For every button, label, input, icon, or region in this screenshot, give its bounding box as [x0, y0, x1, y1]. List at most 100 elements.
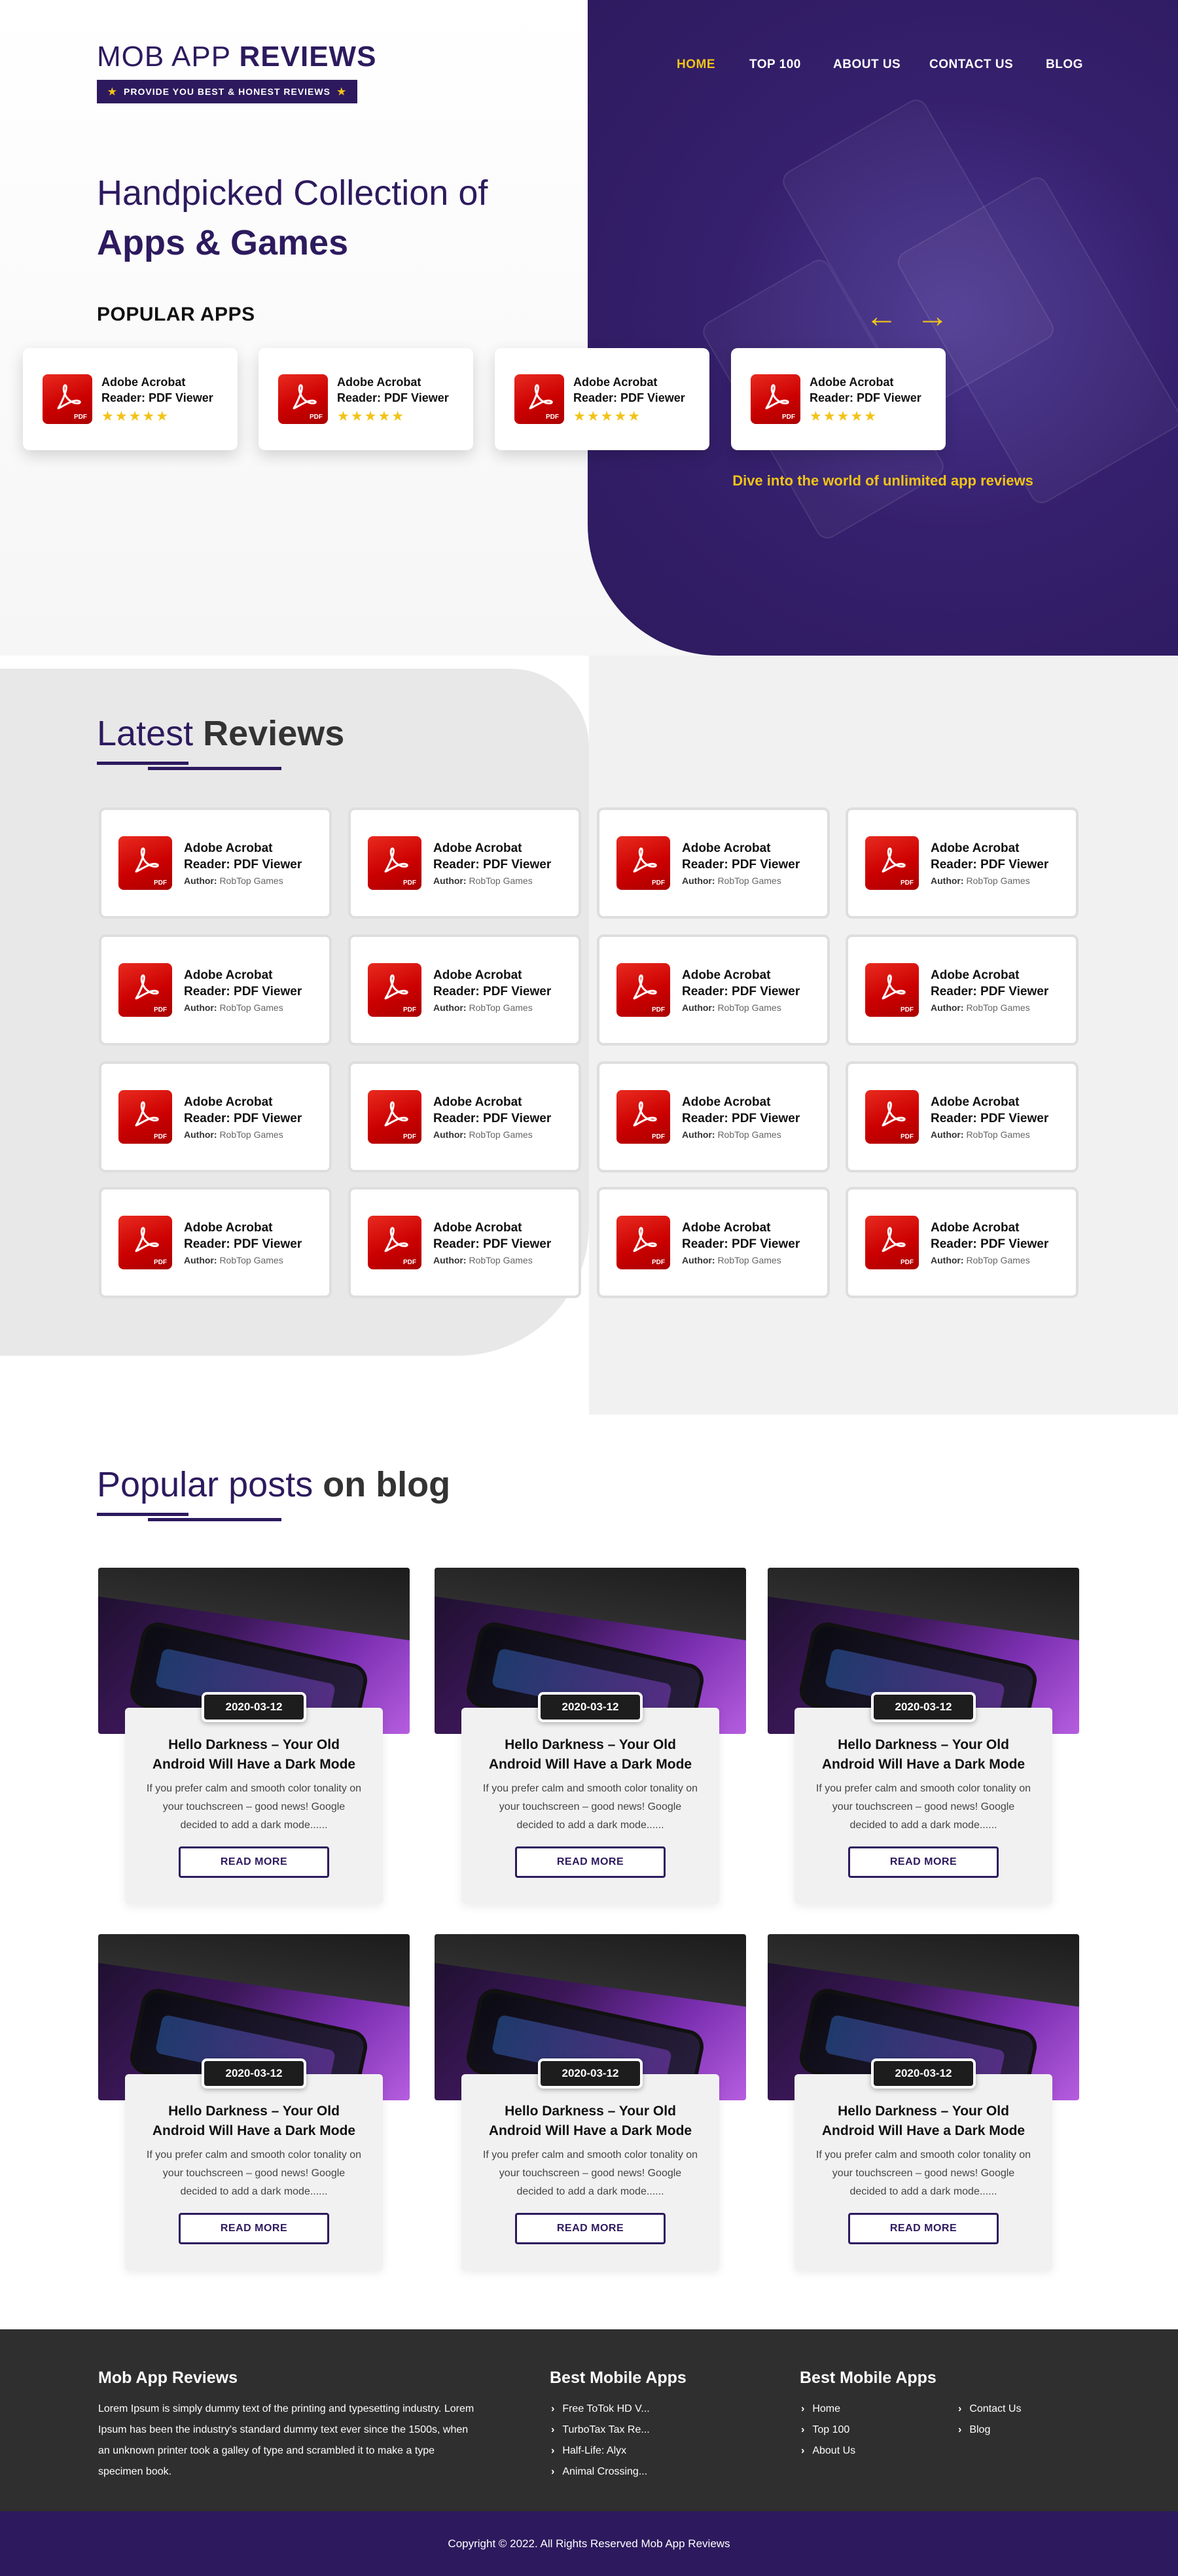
- review-card[interactable]: PDF Adobe Acrobat Reader: PDF Viewer Aut…: [348, 1061, 581, 1173]
- review-app-name: Adobe Acrobat Reader: PDF Viewer: [433, 1221, 552, 1251]
- blog-post-date: 2020-03-12: [871, 1692, 976, 1722]
- blog-title: Popular posts on blog: [97, 1464, 450, 1505]
- review-card[interactable]: PDF Adobe Acrobat Reader: PDF Viewer Aut…: [99, 1187, 332, 1298]
- footer-app-link[interactable]: Animal Crossing...: [551, 2461, 650, 2482]
- nav-blog[interactable]: BLOG: [1046, 58, 1083, 72]
- review-author: Author: RobTop Games: [184, 875, 321, 886]
- review-app-name: Adobe Acrobat Reader: PDF Viewer: [682, 841, 800, 872]
- title-underline: [97, 762, 188, 765]
- footer-app-link[interactable]: Free ToTok HD V...: [551, 2399, 649, 2420]
- review-author: Author: RobTop Games: [931, 1002, 1068, 1013]
- nav-top-100[interactable]: TOP 100: [749, 58, 801, 72]
- author-label: Author:: [184, 1002, 217, 1013]
- read-more-button[interactable]: READ MORE: [848, 1846, 999, 1878]
- review-card[interactable]: PDF Adobe Acrobat Reader: PDF Viewer Aut…: [348, 807, 581, 919]
- reviews-title-light: Latest: [97, 714, 194, 753]
- footer-app-link[interactable]: Half-Life: Alyx: [551, 2441, 650, 2461]
- pdf-app-icon: PDF: [616, 963, 670, 1017]
- app-info: Adobe Acrobat Reader: PDF Viewer ★★★★★: [810, 374, 940, 425]
- review-card[interactable]: PDF Adobe Acrobat Reader: PDF Viewer Aut…: [99, 934, 332, 1046]
- footer-apps-list: Free ToTok HD V... TurboTax Tax Re... Ha…: [551, 2399, 650, 2482]
- footer-link-blog[interactable]: Blog: [958, 2420, 1021, 2441]
- logo-text-light: MOB APP: [97, 41, 231, 73]
- popular-app-card[interactable]: PDF Adobe Acrobat Reader: PDF Viewer ★★★…: [259, 348, 473, 450]
- review-app-name: Adobe Acrobat Reader: PDF Viewer: [433, 1095, 552, 1125]
- read-more-button[interactable]: READ MORE: [179, 2213, 329, 2244]
- blog-post-title[interactable]: Hello Darkness – Your Old Android Will H…: [145, 2102, 363, 2141]
- popular-app-card[interactable]: PDF Adobe Acrobat Reader: PDF Viewer ★★★…: [23, 348, 238, 450]
- review-author: Author: RobTop Games: [931, 1255, 1068, 1265]
- footer-apps-title: Best Mobile Apps: [550, 2369, 687, 2387]
- review-info: Adobe Acrobat Reader: PDF Viewer Author:…: [433, 967, 571, 1013]
- author-name: RobTop Games: [219, 1255, 283, 1265]
- read-more-button[interactable]: READ MORE: [515, 1846, 666, 1878]
- author-name: RobTop Games: [717, 875, 781, 886]
- blog-post-title[interactable]: Hello Darkness – Your Old Android Will H…: [814, 2102, 1033, 2141]
- blog-post-excerpt: If you prefer calm and smooth color tona…: [146, 1783, 362, 1831]
- footer-link-about-us[interactable]: About Us: [801, 2441, 855, 2461]
- arrow-right-icon[interactable]: →: [916, 300, 949, 332]
- pdf-app-icon: PDF: [43, 374, 92, 424]
- review-app-name: Adobe Acrobat Reader: PDF Viewer: [931, 1095, 1049, 1125]
- nav-home[interactable]: HOME: [677, 58, 715, 72]
- blog-post-excerpt: If you prefer calm and smooth color tona…: [815, 1783, 1031, 1831]
- blog-title-bold: on blog: [323, 1465, 451, 1504]
- review-card[interactable]: PDF Adobe Acrobat Reader: PDF Viewer Aut…: [846, 934, 1079, 1046]
- author-name: RobTop Games: [966, 1002, 1030, 1013]
- review-card[interactable]: PDF Adobe Acrobat Reader: PDF Viewer Aut…: [348, 934, 581, 1046]
- review-info: Adobe Acrobat Reader: PDF Viewer Author:…: [682, 840, 819, 886]
- review-info: Adobe Acrobat Reader: PDF Viewer Author:…: [931, 967, 1068, 1013]
- nav-contact-us[interactable]: CONTACT US: [929, 58, 1013, 72]
- review-card[interactable]: PDF Adobe Acrobat Reader: PDF Viewer Aut…: [597, 1061, 830, 1173]
- star-icon: ★: [336, 86, 347, 97]
- pdf-app-icon: PDF: [616, 1090, 670, 1144]
- review-author: Author: RobTop Games: [682, 875, 819, 886]
- author-label: Author:: [931, 1129, 964, 1140]
- popular-app-card[interactable]: PDF Adobe Acrobat Reader: PDF Viewer ★★★…: [495, 348, 709, 450]
- popular-app-card[interactable]: PDF Adobe Acrobat Reader: PDF Viewer ★★★…: [731, 348, 946, 450]
- review-info: Adobe Acrobat Reader: PDF Viewer Author:…: [931, 840, 1068, 886]
- blog-post-title[interactable]: Hello Darkness – Your Old Android Will H…: [145, 1735, 363, 1774]
- review-card[interactable]: PDF Adobe Acrobat Reader: PDF Viewer Aut…: [597, 934, 830, 1046]
- nav-about-us[interactable]: ABOUT US: [833, 58, 901, 72]
- blog-post-title[interactable]: Hello Darkness – Your Old Android Will H…: [481, 1735, 700, 1774]
- review-card[interactable]: PDF Adobe Acrobat Reader: PDF Viewer Aut…: [597, 807, 830, 919]
- pdf-app-icon: PDF: [514, 374, 564, 424]
- review-author: Author: RobTop Games: [433, 1255, 571, 1265]
- blog-post-card: Hello Darkness – Your Old Android Will H…: [461, 2074, 719, 2270]
- blog-post-card: Hello Darkness – Your Old Android Will H…: [794, 2074, 1052, 2270]
- review-card[interactable]: PDF Adobe Acrobat Reader: PDF Viewer Aut…: [846, 807, 1079, 919]
- review-card[interactable]: PDF Adobe Acrobat Reader: PDF Viewer Aut…: [99, 1061, 332, 1173]
- footer-link-contact-us[interactable]: Contact Us: [958, 2399, 1021, 2420]
- site-logo[interactable]: MOB APP REVIEWS: [97, 41, 376, 73]
- review-app-name: Adobe Acrobat Reader: PDF Viewer: [433, 968, 552, 998]
- footer-links-title: Best Mobile Apps: [800, 2369, 937, 2387]
- read-more-button[interactable]: READ MORE: [515, 2213, 666, 2244]
- pdf-app-icon: PDF: [751, 374, 800, 424]
- review-card[interactable]: PDF Adobe Acrobat Reader: PDF Viewer Aut…: [846, 1061, 1079, 1173]
- review-card[interactable]: PDF Adobe Acrobat Reader: PDF Viewer Aut…: [846, 1187, 1079, 1298]
- read-more-button[interactable]: READ MORE: [179, 1846, 329, 1878]
- footer-app-link[interactable]: TurboTax Tax Re...: [551, 2420, 649, 2441]
- footer-link-home[interactable]: Home: [801, 2399, 855, 2420]
- review-card[interactable]: PDF Adobe Acrobat Reader: PDF Viewer Aut…: [597, 1187, 830, 1298]
- author-label: Author:: [931, 875, 964, 886]
- pdf-app-icon: PDF: [865, 1090, 919, 1144]
- footer-link-top-100[interactable]: Top 100: [801, 2420, 855, 2441]
- blog-post-excerpt: If you prefer calm and smooth color tona…: [482, 1783, 698, 1831]
- read-more-button[interactable]: READ MORE: [848, 2213, 999, 2244]
- author-name: RobTop Games: [717, 1129, 781, 1140]
- pdf-app-icon: PDF: [865, 1216, 919, 1269]
- review-card[interactable]: PDF Adobe Acrobat Reader: PDF Viewer Aut…: [99, 807, 332, 919]
- star-rating: ★★★★★: [101, 408, 170, 424]
- blog-post-title[interactable]: Hello Darkness – Your Old Android Will H…: [481, 2102, 700, 2141]
- author-name: RobTop Games: [219, 1002, 283, 1013]
- star-rating: ★★★★★: [573, 408, 642, 424]
- review-card[interactable]: PDF Adobe Acrobat Reader: PDF Viewer Aut…: [348, 1187, 581, 1298]
- blog-post-title[interactable]: Hello Darkness – Your Old Android Will H…: [814, 1735, 1033, 1774]
- author-name: RobTop Games: [966, 1255, 1030, 1265]
- arrow-left-icon[interactable]: ←: [865, 300, 898, 332]
- review-app-name: Adobe Acrobat Reader: PDF Viewer: [931, 968, 1049, 998]
- hero-tagline: Dive into the world of unlimited app rev…: [732, 472, 1033, 489]
- review-app-name: Adobe Acrobat Reader: PDF Viewer: [682, 1095, 800, 1125]
